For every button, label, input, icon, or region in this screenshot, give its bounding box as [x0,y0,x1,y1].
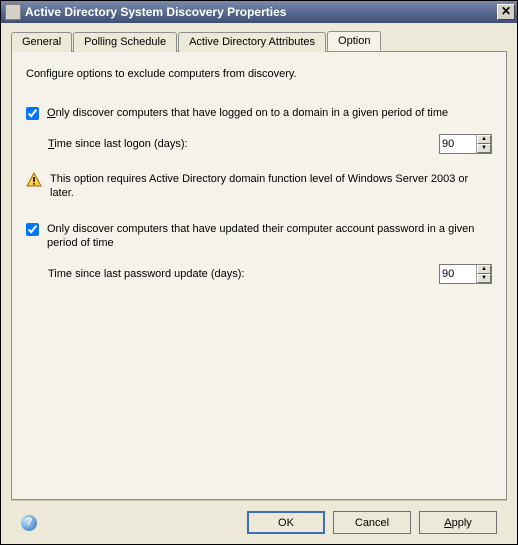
spin-down-icon[interactable]: ▼ [477,274,491,283]
option-password-row: Only discover computers that have update… [26,222,492,250]
button-bar: ? OK Cancel Apply [11,500,507,544]
password-days-label: Time since last password update (days): [48,268,439,280]
password-days-input[interactable] [440,265,476,283]
client-area: General Polling Schedule Active Director… [1,23,517,544]
spin-up-icon[interactable]: ▲ [477,265,491,274]
logon-days-spin-buttons: ▲ ▼ [476,135,491,153]
cancel-button[interactable]: Cancel [333,511,411,534]
tab-strip: General Polling Schedule Active Director… [11,31,507,51]
tab-general[interactable]: General [11,32,72,52]
system-icon [5,4,21,20]
tab-option[interactable]: Option [327,31,381,51]
checkbox-password-label[interactable]: Only discover computers that have update… [47,222,492,250]
checkbox-password[interactable] [26,223,39,236]
warning-text: This option requires Active Directory do… [50,172,492,200]
tab-polling-schedule[interactable]: Polling Schedule [73,32,177,52]
password-days-spinner[interactable]: ▲ ▼ [439,264,492,284]
logon-days-input[interactable] [440,135,476,153]
apply-rest: pply [452,517,472,529]
window-title: Active Directory System Discovery Proper… [25,5,497,19]
close-button[interactable]: ✕ [497,4,515,20]
tab-panel-option: Configure options to exclude computers f… [11,51,507,500]
titlebar: Active Directory System Discovery Proper… [1,1,517,23]
panel-description: Configure options to exclude computers f… [26,68,492,80]
option-logon-row: Only discover computers that have logged… [26,106,492,120]
password-days-spin-buttons: ▲ ▼ [476,265,491,283]
checkbox-logon[interactable] [26,107,39,120]
logon-days-row: Time since last logon (days): ▲ ▼ [48,134,492,154]
ok-button[interactable]: OK [247,511,325,534]
dialog-window: Active Directory System Discovery Proper… [0,0,518,545]
warning-icon [26,172,42,188]
spin-down-icon[interactable]: ▼ [477,144,491,153]
logon-days-spinner[interactable]: ▲ ▼ [439,134,492,154]
password-days-row: Time since last password update (days): … [48,264,492,284]
logon-days-label: Time since last logon (days): [48,138,439,150]
checkbox-logon-label[interactable]: Only discover computers that have logged… [47,106,492,120]
tab-ad-attributes[interactable]: Active Directory Attributes [178,32,326,52]
apply-button[interactable]: Apply [419,511,497,534]
help-icon[interactable]: ? [21,515,37,531]
spin-up-icon[interactable]: ▲ [477,135,491,144]
warning-row: This option requires Active Directory do… [26,172,492,200]
